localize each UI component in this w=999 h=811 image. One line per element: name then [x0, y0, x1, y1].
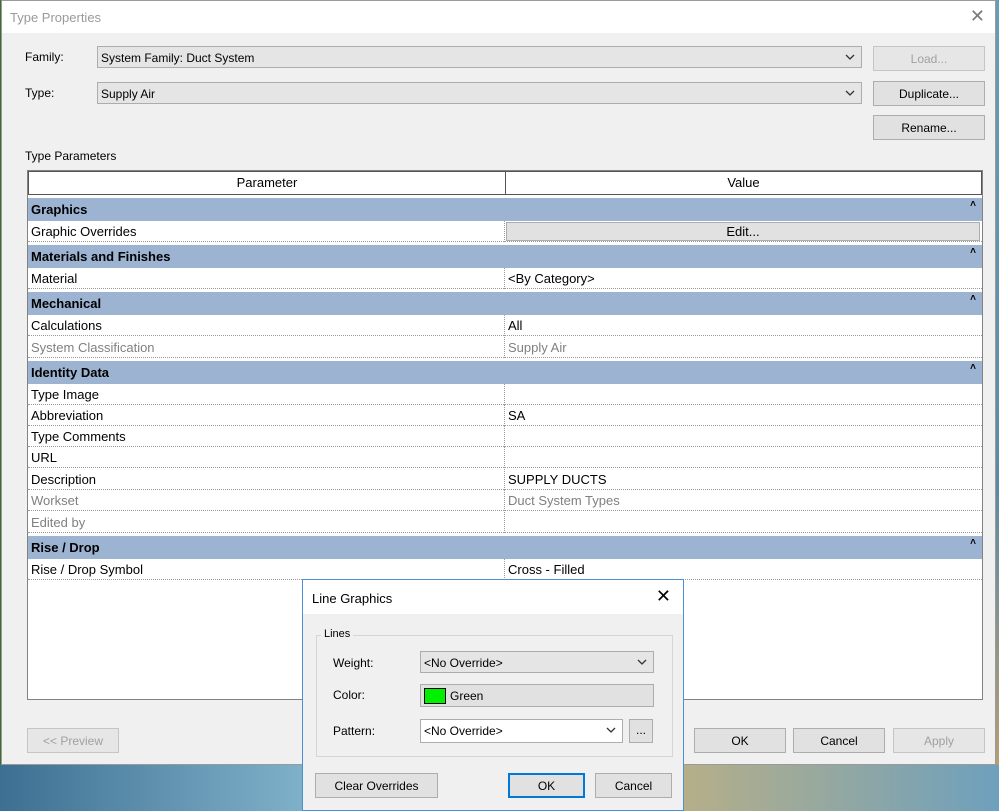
lines-group-label: Lines [321, 628, 354, 640]
close-icon[interactable]: ✕ [656, 586, 671, 607]
color-label: Color: [333, 688, 366, 702]
param-name: Edited by [28, 512, 505, 533]
param-value[interactable] [506, 384, 982, 405]
group-header-materials[interactable]: Materials and Finishes ˄ [28, 245, 982, 268]
chevron-down-icon [845, 54, 855, 60]
duplicate-button[interactable]: Duplicate... [873, 81, 985, 106]
close-icon[interactable]: ✕ [970, 6, 985, 27]
color-swatch [424, 688, 446, 704]
table-row[interactable]: Workset Duct System Types [28, 490, 982, 511]
weight-dropdown[interactable]: <No Override> [420, 651, 654, 673]
param-name: System Classification [28, 337, 505, 358]
color-value: Green [450, 689, 484, 703]
param-value[interactable]: All [506, 315, 982, 336]
param-value: Supply Air [508, 340, 567, 355]
edit-graphic-overrides-button[interactable]: Edit... [506, 222, 980, 241]
family-label: Family: [25, 50, 64, 64]
pattern-label: Pattern: [333, 724, 376, 738]
window-title: Type Properties [10, 10, 102, 25]
param-name: Calculations [28, 315, 505, 336]
family-value: System Family: Duct System [101, 51, 255, 65]
param-value[interactable]: SUPPLY DUCTS [506, 469, 982, 490]
group-header-identity-data[interactable]: Identity Data ˄ [28, 361, 982, 384]
group-label: Identity Data [31, 365, 110, 380]
line-graphics-dialog: Line Graphics ✕ Lines Weight: <No Overri… [302, 579, 684, 811]
group-header-rise-drop[interactable]: Rise / Drop ˄ [28, 536, 982, 559]
preview-button[interactable]: << Preview [27, 728, 119, 753]
dialog-title: Line Graphics [312, 591, 393, 606]
table-row[interactable]: Graphic Overrides Edit... [28, 221, 982, 242]
color-button[interactable]: Green [420, 684, 654, 707]
cancel-button[interactable]: Cancel [595, 773, 672, 798]
param-name: Type Comments [28, 426, 505, 447]
table-row[interactable]: Type Image [28, 384, 982, 405]
group-label: Mechanical [31, 296, 102, 311]
type-label: Type: [25, 86, 55, 100]
column-header-parameter[interactable]: Parameter [28, 171, 506, 195]
weight-label: Weight: [333, 656, 374, 670]
collapse-icon[interactable]: ˄ [970, 362, 976, 373]
group-label: Rise / Drop [31, 540, 100, 555]
table-row[interactable]: Abbreviation SA [28, 405, 982, 426]
rename-button[interactable]: Rename... [873, 115, 985, 140]
group-label: Graphics [31, 202, 88, 217]
param-value [506, 512, 982, 533]
table-row[interactable]: Material <By Category> [28, 268, 982, 289]
ok-button[interactable]: OK [508, 773, 585, 798]
pattern-dropdown[interactable]: <No Override> [420, 719, 623, 743]
collapse-icon[interactable]: ˄ [970, 199, 976, 210]
collapse-icon[interactable]: ˄ [970, 246, 976, 257]
param-value: Duct System Types [508, 493, 620, 508]
title-bar: Line Graphics ✕ [303, 580, 683, 614]
param-value[interactable] [506, 426, 982, 447]
collapse-icon[interactable]: ˄ [970, 537, 976, 548]
group-label: Materials and Finishes [31, 249, 171, 264]
type-parameters-label: Type Parameters [25, 149, 117, 163]
param-name: Material [28, 268, 505, 289]
table-row[interactable]: Rise / Drop Symbol Cross - Filled [28, 559, 982, 580]
weight-value: <No Override> [424, 656, 503, 670]
param-value[interactable]: SA [506, 405, 982, 426]
apply-button[interactable]: Apply [893, 728, 985, 753]
param-name: Abbreviation [28, 405, 505, 426]
table-row[interactable]: URL [28, 447, 982, 468]
ok-button[interactable]: OK [694, 728, 786, 753]
table-row[interactable]: Type Comments [28, 426, 982, 447]
param-name: Graphic Overrides [28, 221, 505, 242]
param-value[interactable]: <By Category> [506, 268, 982, 289]
table-row[interactable]: Calculations All [28, 315, 982, 336]
type-dropdown[interactable]: Supply Air [97, 82, 862, 104]
load-button[interactable]: Load... [873, 46, 985, 71]
chevron-down-icon [606, 727, 616, 733]
param-name: Rise / Drop Symbol [28, 559, 505, 580]
param-name: URL [28, 447, 505, 468]
param-name: Workset [28, 490, 505, 511]
param-value[interactable]: Cross - Filled [506, 559, 982, 580]
type-value: Supply Air [101, 87, 156, 101]
param-value[interactable] [506, 447, 982, 468]
collapse-icon[interactable]: ˄ [970, 293, 976, 304]
pattern-browse-button[interactable]: ... [629, 719, 653, 743]
chevron-down-icon [845, 90, 855, 96]
chevron-down-icon [637, 659, 647, 665]
title-bar: Type Properties ✕ [2, 1, 995, 33]
group-header-mechanical[interactable]: Mechanical ˄ [28, 292, 982, 315]
param-name: Description [28, 469, 505, 490]
table-header: Parameter Value [28, 171, 982, 195]
table-row[interactable]: System Classification Supply Air [28, 337, 982, 358]
table-row[interactable]: Description SUPPLY DUCTS [28, 469, 982, 490]
pattern-value: <No Override> [424, 724, 503, 738]
clear-overrides-button[interactable]: Clear Overrides [315, 773, 438, 798]
column-header-value[interactable]: Value [505, 171, 982, 195]
family-dropdown[interactable]: System Family: Duct System [97, 46, 862, 68]
cancel-button[interactable]: Cancel [793, 728, 885, 753]
param-name: Type Image [28, 384, 505, 405]
group-header-graphics[interactable]: Graphics ˄ [28, 198, 982, 221]
table-row[interactable]: Edited by [28, 512, 982, 533]
